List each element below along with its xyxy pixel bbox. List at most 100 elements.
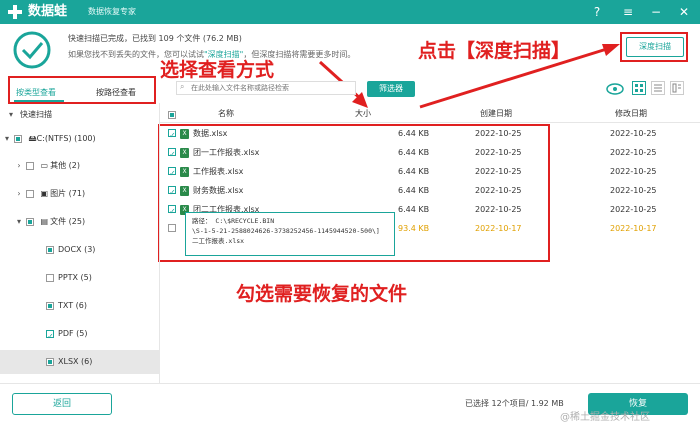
tab-by-type[interactable]: 按类型查看 [16, 87, 56, 98]
help-icon[interactable]: ? [589, 4, 605, 20]
row-checkbox[interactable] [168, 202, 176, 221]
drive-icon: 🖴 [28, 134, 37, 143]
sidebar-item-label: XLSX (6) [58, 357, 93, 366]
annotation-choose-view: 选择查看方式 [160, 59, 275, 81]
xlsx-file-icon: X [180, 124, 189, 143]
sidebar-item-label: 图片 (71) [50, 189, 86, 198]
table-row[interactable]: X 财务数据.xlsx 6.44 KB 2022-10-25 2022-10-2… [160, 181, 700, 202]
table-row[interactable]: X 数据.xlsx 6.44 KB 2022-10-25 2022-10-25 [160, 124, 700, 145]
checkbox[interactable] [46, 301, 54, 310]
watermark: @稀土掘金技术社区 [560, 412, 650, 423]
tooltip-path-line: 路径： C:\$RECYCLE.BIN [192, 217, 275, 225]
expand-right-icon[interactable]: › [14, 184, 24, 204]
sidebar-quick-scan[interactable]: ▾ 快速扫描 [0, 105, 160, 125]
checkbox[interactable] [46, 327, 54, 347]
column-created[interactable]: 创建日期 [480, 108, 512, 119]
expand-right-icon[interactable]: › [14, 156, 24, 176]
created-date: 2022-10-25 [475, 186, 522, 195]
created-date: 2022-10-25 [475, 129, 522, 138]
row-checkbox[interactable] [168, 164, 176, 183]
tab-by-path[interactable]: 按路径查看 [96, 87, 136, 98]
table-row[interactable]: X 工作报表.xlsx 6.44 KB 2022-10-25 2022-10-2… [160, 162, 700, 183]
row-checkbox[interactable] [168, 183, 176, 202]
path-tooltip: 路径： C:\$RECYCLE.BIN \S-1-5-21-2588024626… [185, 212, 395, 256]
modified-date: 2022-10-25 [610, 167, 657, 176]
tooltip-path-line: 二工作报表.xlsx [192, 237, 245, 245]
tooltip-path-line: \S-1-5-21-2588024626-3738252456-11459445… [192, 227, 380, 235]
sidebar-item-xlsx[interactable]: XLSX (6) [0, 350, 160, 374]
sidebar-item-label: TXT (6) [58, 301, 87, 310]
row-checkbox[interactable] [168, 224, 176, 232]
close-icon[interactable]: ✕ [676, 4, 692, 20]
sidebar-item-label: 文件 (25) [50, 217, 86, 226]
checkbox[interactable] [26, 189, 34, 198]
file-name: 财务数据.xlsx [193, 186, 244, 195]
file-size: 93.4 KB [398, 224, 430, 233]
document-icon: ▤ [40, 217, 49, 226]
sidebar-item-c-drive[interactable]: ▾ 🖴C:(NTFS) (100) [0, 129, 160, 149]
list-view-icon[interactable] [651, 81, 665, 95]
file-name: 工作报表.xlsx [193, 167, 244, 176]
grid-view-icon[interactable] [632, 81, 646, 95]
sidebar-item-images[interactable]: › ▣ 图片 (71) [0, 184, 160, 204]
app-name: 数据蛙 [28, 4, 68, 19]
back-button[interactable]: 返回 [12, 393, 112, 415]
modified-date: 2022-10-17 [610, 224, 657, 233]
table-header: 名称 大小 创建日期 修改日期 [160, 105, 700, 123]
footer-divider [0, 383, 700, 384]
search-icon: ⌕ [180, 82, 185, 91]
checkbox[interactable] [46, 245, 54, 254]
column-size[interactable]: 大小 [355, 108, 371, 119]
created-date: 2022-10-25 [475, 205, 522, 214]
file-size: 6.44 KB [398, 205, 430, 214]
expand-down-icon[interactable]: ▾ [2, 129, 12, 149]
checkbox[interactable] [26, 217, 34, 226]
row-checkbox[interactable] [168, 145, 176, 164]
menu-icon[interactable]: ≡ [620, 4, 636, 20]
checkbox[interactable] [46, 273, 54, 282]
sidebar-item-documents[interactable]: ▾ ▤ 文件 (25) [0, 212, 160, 232]
sidebar-item-other[interactable]: › ▭ 其他 (2) [0, 156, 160, 176]
active-tab-underline [14, 100, 64, 102]
column-modified[interactable]: 修改日期 [615, 108, 647, 119]
scan-complete-icon [13, 31, 51, 69]
table-row[interactable]: X 团一工作报表.xlsx 6.44 KB 2022-10-25 2022-10… [160, 143, 700, 164]
sidebar-item-docx[interactable]: DOCX (3) [0, 240, 160, 260]
file-size: 6.44 KB [398, 148, 430, 157]
sidebar-item-pptx[interactable]: PPTX (5) [0, 268, 160, 288]
xlsx-file-icon: X [180, 143, 189, 162]
sidebar: ▾ 快速扫描 ▾ 🖴C:(NTFS) (100) › ▭ 其他 (2) › ▣ 图片 … [0, 103, 160, 383]
created-date: 2022-10-17 [475, 224, 522, 233]
file-size: 6.44 KB [398, 186, 430, 195]
sidebar-item-pdf[interactable]: PDF (5) [0, 324, 160, 347]
column-name[interactable]: 名称 [218, 108, 234, 119]
checkbox[interactable] [46, 357, 54, 366]
folder-icon: ▭ [40, 161, 49, 170]
checkbox[interactable] [14, 134, 22, 143]
image-icon: ▣ [40, 189, 49, 198]
select-all-checkbox[interactable] [168, 110, 176, 119]
sidebar-item-txt[interactable]: TXT (6) [0, 296, 160, 316]
preview-eye-icon[interactable] [606, 82, 624, 96]
scan-status-text: 快速扫描已完成，已找到 109 个文件 (76.2 MB) [68, 34, 242, 43]
sidebar-item-label: DOCX (3) [58, 245, 96, 254]
file-size: 6.44 KB [398, 129, 430, 138]
detail-view-icon[interactable] [670, 81, 684, 95]
sidebar-item-label: PPTX (5) [58, 273, 92, 282]
row-checkbox[interactable] [168, 126, 176, 145]
filter-button[interactable]: 筛选器 [367, 81, 415, 97]
minimize-icon[interactable]: − [648, 4, 664, 20]
sidebar-quick-scan-label: 快速扫描 [20, 110, 52, 119]
modified-date: 2022-10-25 [610, 186, 657, 195]
expand-down-icon[interactable]: ▾ [6, 105, 16, 125]
modified-date: 2022-10-25 [610, 148, 657, 157]
expand-down-icon[interactable]: ▾ [14, 212, 24, 232]
file-name: 团一工作报表.xlsx [193, 148, 260, 157]
checkbox[interactable] [26, 161, 34, 170]
sidebar-item-label: C:(NTFS) (100) [36, 134, 96, 143]
xlsx-file-icon: X [180, 181, 189, 200]
selection-summary: 已选择 12个项目/ 1.92 MB [465, 399, 564, 408]
search-box[interactable]: ⌕ [176, 81, 356, 95]
modified-date: 2022-10-25 [610, 205, 657, 214]
search-input[interactable] [177, 82, 337, 94]
